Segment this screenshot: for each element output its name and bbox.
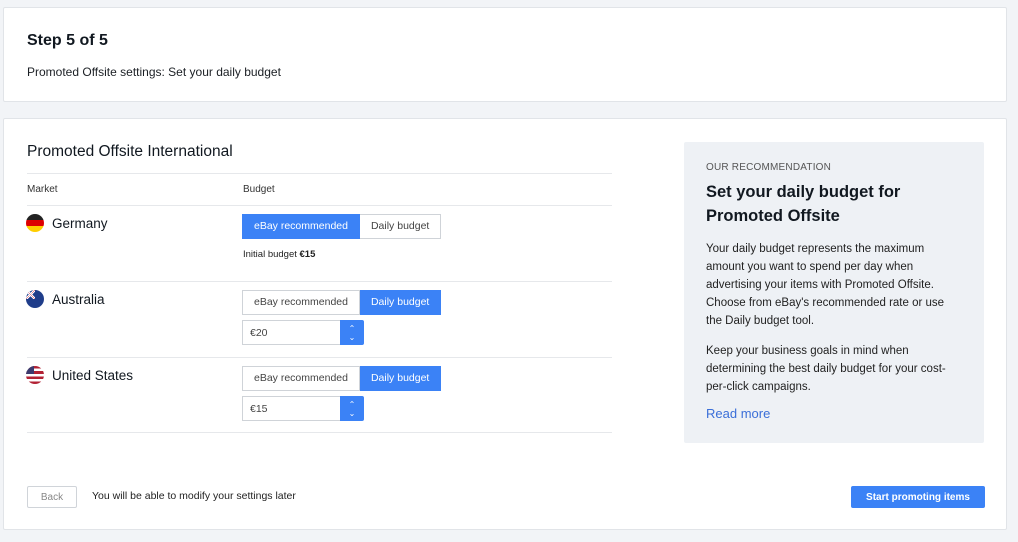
market-row-germany: Germany — [26, 214, 108, 232]
budget-input[interactable] — [242, 396, 340, 421]
budget-input[interactable] — [242, 320, 340, 345]
divider — [27, 432, 612, 433]
section-title: Promoted Offsite International — [27, 143, 233, 160]
daily-budget-option[interactable]: Daily budget — [359, 290, 442, 315]
divider — [27, 205, 612, 206]
market-row-united-states: United States — [26, 366, 133, 384]
budget-stepper-united-states: ⌃ ⌄ — [242, 396, 364, 421]
chevron-up-icon[interactable]: ⌃ — [349, 400, 356, 409]
column-header-market: Market — [27, 184, 58, 195]
chevron-down-icon[interactable]: ⌄ — [349, 333, 356, 342]
divider — [27, 281, 612, 282]
ebay-recommended-option[interactable]: eBay recommended — [242, 214, 360, 239]
country-name: Germany — [52, 215, 108, 231]
initial-budget-text: Initial budget €15 — [243, 249, 316, 260]
spin-buttons[interactable]: ⌃ ⌄ — [340, 396, 364, 421]
recommendation-panel: OUR RECOMMENDATION Set your daily budget… — [684, 142, 984, 443]
start-promoting-button[interactable]: Start promoting items — [851, 486, 985, 508]
country-name: Australia — [52, 291, 105, 307]
column-header-budget: Budget — [243, 184, 275, 195]
daily-budget-option[interactable]: Daily budget — [359, 214, 442, 239]
recommendation-kicker: OUR RECOMMENDATION — [706, 162, 832, 173]
ebay-recommended-option[interactable]: eBay recommended — [242, 366, 360, 391]
budget-toggle-united-states: eBay recommended Daily budget — [242, 366, 442, 391]
budget-toggle-germany: eBay recommended Daily budget — [242, 214, 442, 239]
spin-buttons[interactable]: ⌃ ⌄ — [340, 320, 364, 345]
step-header-card: Step 5 of 5 Promoted Offsite settings: S… — [3, 7, 1007, 102]
germany-flag-icon — [26, 214, 44, 232]
read-more-link[interactable]: Read more — [706, 406, 770, 421]
divider — [27, 173, 612, 174]
back-button[interactable]: Back — [27, 486, 77, 508]
recommendation-paragraph: Keep your business goals in mind when de… — [706, 345, 946, 393]
chevron-down-icon[interactable]: ⌄ — [349, 409, 356, 418]
australia-flag-icon — [26, 290, 44, 308]
divider — [27, 357, 612, 358]
us-flag-icon — [26, 366, 44, 384]
step-title: Step 5 of 5 — [27, 32, 108, 49]
recommendation-title: Set your daily budget for Promoted Offsi… — [706, 183, 901, 225]
market-row-australia: Australia — [26, 290, 105, 308]
country-name: United States — [52, 367, 134, 383]
step-subtitle: Promoted Offsite settings: Set your dail… — [27, 65, 281, 79]
footer-note: You will be able to modify your settings… — [92, 490, 296, 502]
budget-toggle-australia: eBay recommended Daily budget — [242, 290, 442, 315]
ebay-recommended-option[interactable]: eBay recommended — [242, 290, 360, 315]
daily-budget-option[interactable]: Daily budget — [359, 366, 442, 391]
recommendation-paragraph: Your daily budget represents the maximum… — [706, 243, 945, 327]
chevron-up-icon[interactable]: ⌃ — [349, 324, 356, 333]
budget-stepper-australia: ⌃ ⌄ — [242, 320, 364, 345]
settings-card: Promoted Offsite International Market Bu… — [3, 118, 1007, 530]
initial-budget-value: €15 — [299, 249, 316, 260]
